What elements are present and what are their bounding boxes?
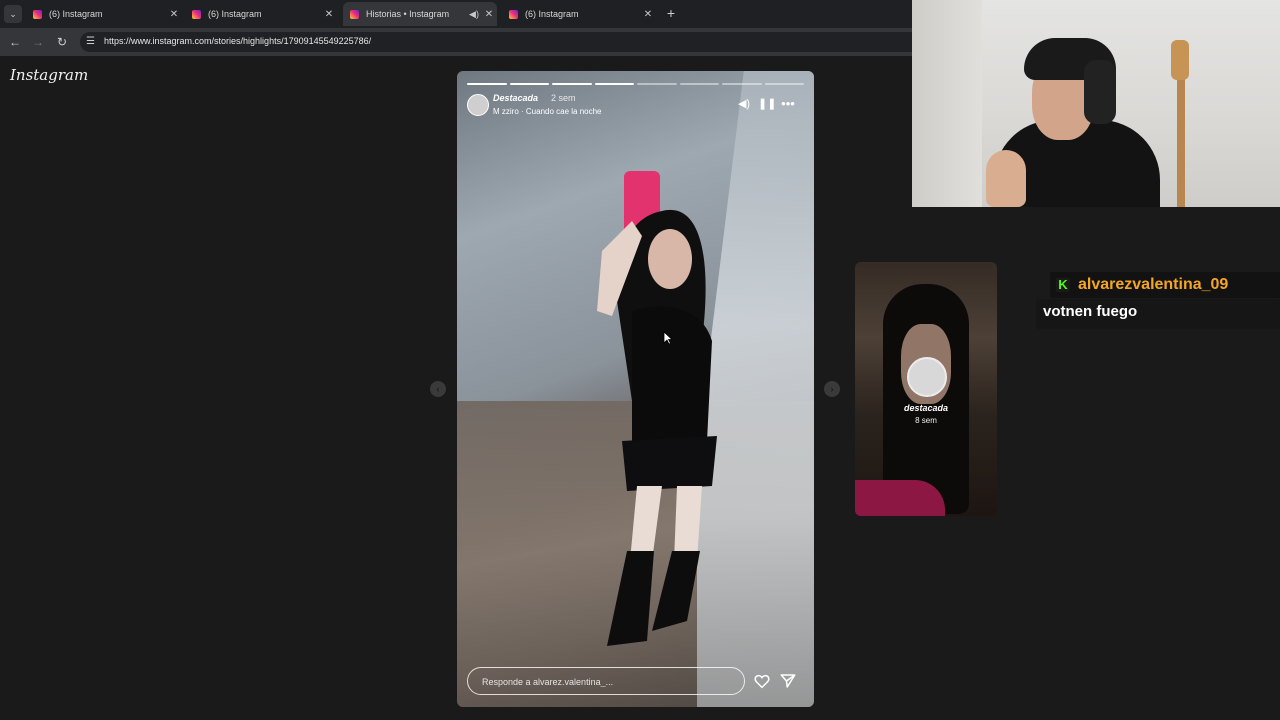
dress-shape — [632, 306, 712, 451]
tab-instagram-1[interactable]: (6) Instagram ✕ — [26, 2, 182, 26]
instagram-favicon-icon — [33, 9, 42, 19]
preview-time: 8 sem — [915, 416, 937, 425]
face-shape — [648, 229, 692, 289]
instagram-logo[interactable]: Instagram — [10, 66, 88, 84]
progress-segment — [594, 83, 634, 85]
preview-username: destacada — [903, 403, 949, 413]
progress-segment — [722, 83, 762, 85]
story-viewer[interactable]: Destacada 2 sem M zziro · Cuando cae la … — [457, 71, 814, 707]
shorts-shape — [622, 436, 717, 491]
reply-field[interactable] — [467, 667, 745, 695]
instagram-favicon-icon — [350, 9, 359, 19]
guitar-headstock — [1171, 40, 1189, 80]
story-progress-bar — [467, 83, 804, 85]
chat-message-text: votnen fuego — [1043, 303, 1138, 320]
tab-title: (6) Instagram — [49, 9, 103, 19]
progress-segment — [764, 83, 804, 85]
more-icon[interactable]: ••• — [781, 97, 795, 111]
reply-input[interactable] — [480, 673, 734, 691]
avatar — [907, 357, 947, 397]
story-username[interactable]: Destacada — [493, 93, 538, 103]
instagram-favicon-icon — [192, 9, 201, 19]
chevron-down-icon: ⌄ — [9, 8, 17, 19]
instagram-favicon-icon — [509, 9, 518, 19]
next-story-preview[interactable]: destacada 8 sem — [855, 262, 997, 516]
heart-icon[interactable] — [753, 672, 771, 690]
boot-right — [652, 551, 700, 631]
tab-strip: ⌄ (6) Instagram ✕ (6) Instagram ✕ Histor… — [0, 0, 912, 28]
webcam-overlay — [912, 0, 1280, 207]
tab-title: (6) Instagram — [208, 9, 262, 19]
progress-segment — [552, 83, 592, 85]
chat-username: alvarezvalentina_09 — [1078, 276, 1229, 293]
browser-toolbar: ← → ↻ ☰ https://www.instagram.com/storie… — [0, 28, 912, 56]
back-arrow-icon[interactable]: ← — [6, 33, 24, 51]
close-icon[interactable]: ✕ — [321, 9, 337, 20]
site-info-icon[interactable]: ☰ — [86, 35, 98, 49]
boot-left — [607, 551, 654, 646]
story-photo — [597, 171, 717, 646]
address-bar[interactable]: ☰ https://www.instagram.com/stories/high… — [80, 32, 912, 52]
progress-segment — [509, 83, 549, 85]
tab-historias[interactable]: Historias • Instagram ◀) ✕ — [343, 2, 497, 26]
close-icon[interactable]: ✕ — [166, 9, 182, 20]
close-icon[interactable]: ✕ — [640, 9, 656, 20]
story-header: Destacada 2 sem M zziro · Cuando cae la … — [467, 93, 804, 121]
chevron-left-icon: ‹ — [436, 384, 440, 394]
leg-left — [630, 486, 662, 561]
plus-icon: + — [666, 5, 676, 21]
chat-message: K alvarezvalentina_09 votnen fuego — [1036, 272, 1280, 330]
chevron-right-icon: › — [830, 384, 834, 394]
chat-username-box: K alvarezvalentina_09 — [1050, 272, 1280, 298]
tab-title: (6) Instagram — [525, 9, 579, 19]
webcam-door — [912, 0, 982, 207]
mouse-cursor-icon — [663, 331, 673, 345]
next-story-button[interactable]: › — [824, 381, 840, 397]
story-music[interactable]: M zziro · Cuando cae la noche — [493, 107, 602, 116]
speaker-icon[interactable]: ◀) — [467, 9, 481, 20]
tab-title: Historias • Instagram — [366, 9, 450, 19]
forward-arrow-icon[interactable]: → — [29, 33, 47, 51]
send-icon[interactable] — [779, 672, 797, 690]
streamer-hand — [986, 150, 1026, 207]
headphones — [1084, 60, 1116, 124]
avatar[interactable] — [467, 94, 489, 116]
previous-story-button[interactable]: ‹ — [430, 381, 446, 397]
new-tab-button[interactable]: + — [662, 4, 680, 22]
leg-right — [674, 486, 702, 561]
progress-segment — [637, 83, 677, 85]
progress-segment — [679, 83, 719, 85]
tab-instagram-3[interactable]: (6) Instagram ✕ — [502, 2, 656, 26]
progress-segment — [467, 83, 507, 85]
kick-logo-icon: K — [1056, 278, 1070, 292]
url-text[interactable]: https://www.instagram.com/stories/highli… — [104, 36, 371, 46]
reload-icon[interactable]: ↻ — [53, 33, 71, 51]
tab-search-button[interactable]: ⌄ — [4, 5, 22, 23]
close-icon[interactable]: ✕ — [481, 9, 497, 20]
tab-instagram-2[interactable]: (6) Instagram ✕ — [185, 2, 337, 26]
chat-message-box: votnen fuego — [1036, 299, 1280, 329]
speaker-icon[interactable]: ◀) — [737, 97, 751, 111]
story-time: 2 sem — [551, 93, 576, 103]
pause-icon[interactable]: ❚❚ — [758, 97, 776, 111]
